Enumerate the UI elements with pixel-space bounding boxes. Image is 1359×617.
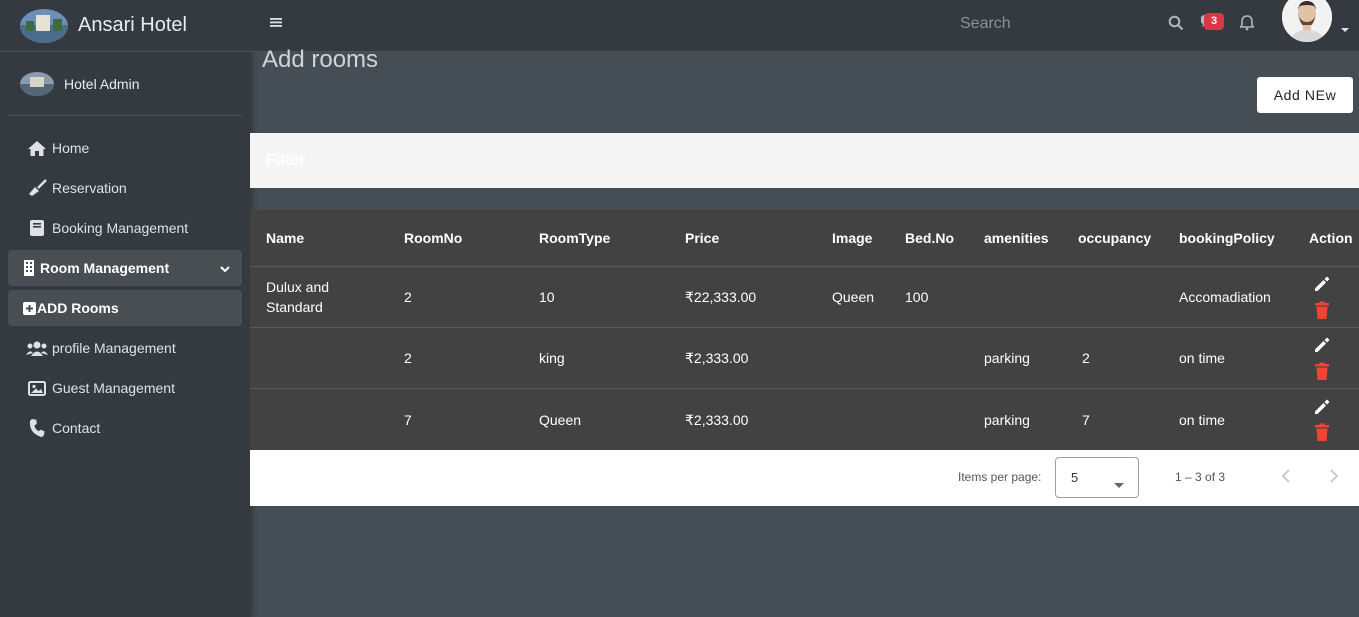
row-actions	[1308, 267, 1336, 327]
sidebar-item-label: Room Management	[40, 260, 170, 276]
cell-amenities: parking	[984, 350, 1030, 366]
user-panel: Hotel Admin	[8, 52, 242, 116]
page-title: Add rooms	[262, 46, 379, 73]
filter-panel[interactable]: Filter	[250, 133, 1359, 188]
sidebar-item-room-management[interactable]: Room Management	[8, 250, 242, 286]
sidebar-item-reservation[interactable]: Reservation	[8, 170, 242, 206]
edit-icon[interactable]	[1311, 273, 1333, 295]
sidebar-nav: Home Reservation Booking Management Room…	[0, 116, 250, 446]
brand-link[interactable]: Ansari Hotel	[0, 0, 250, 52]
cell-roomno: 2	[404, 350, 412, 366]
cell-roomtype: king	[539, 350, 565, 366]
items-per-page-label: Items per page:	[958, 470, 1042, 484]
brand-logo	[20, 8, 68, 43]
sidebar-item-guest-management[interactable]: Guest Management	[8, 370, 242, 406]
table-row: Dulux and Standard 2 10 ₹22,333.00 Queen…	[250, 267, 1359, 328]
cell-price: ₹2,333.00	[685, 350, 749, 366]
column-header-name[interactable]: Name	[266, 210, 304, 266]
cell-occupancy: 7	[1082, 411, 1090, 428]
items-per-page-value: 5	[1071, 470, 1079, 485]
column-header-bedno[interactable]: Bed.No	[905, 210, 954, 266]
edit-icon[interactable]	[1311, 396, 1333, 418]
add-new-button[interactable]: Add NEw	[1257, 77, 1353, 113]
column-header-bookingpolicy[interactable]: bookingPolicy	[1179, 210, 1275, 266]
users-icon	[26, 338, 48, 358]
items-per-page-select[interactable]: 5	[1055, 457, 1139, 498]
column-header-occupancy[interactable]: occupancy	[1078, 210, 1151, 266]
edit-icon[interactable]	[1311, 334, 1333, 356]
cell-bookingpolicy: on time	[1179, 350, 1225, 366]
cell-image: Queen	[832, 289, 875, 305]
column-header-action: Action	[1309, 230, 1353, 246]
column-header-roomtype[interactable]: RoomType	[539, 210, 610, 266]
rooms-table: Name RoomNo RoomType Price Image Bed.No …	[250, 210, 1359, 450]
user-name[interactable]: Hotel Admin	[64, 76, 139, 92]
sidebar: Ansari Hotel Hotel Admin Home Reservatio…	[0, 0, 250, 617]
filter-title: Filter	[266, 152, 306, 169]
cell-amenities: parking	[984, 411, 1030, 428]
column-header-amenities[interactable]: amenities	[984, 210, 1049, 266]
delete-icon[interactable]	[1311, 422, 1333, 444]
broom-icon	[26, 178, 48, 198]
search-input[interactable]	[960, 10, 1140, 38]
cell-name	[266, 328, 386, 388]
sidebar-item-contact[interactable]: Contact	[8, 410, 242, 446]
column-header-roomno[interactable]: RoomNo	[404, 210, 462, 266]
column-header-price[interactable]: Price	[685, 210, 719, 266]
messages-badge: 3	[1204, 13, 1224, 30]
menu-toggle-icon[interactable]	[270, 15, 286, 31]
cell-price: ₹22,333.00	[685, 289, 757, 305]
search-icon[interactable]	[1168, 15, 1186, 33]
table-header-row: Name RoomNo RoomType Price Image Bed.No …	[250, 210, 1359, 267]
home-icon	[26, 138, 48, 158]
previous-page-icon[interactable]	[1280, 468, 1294, 486]
chevron-down-icon	[220, 260, 230, 276]
plus-square-icon	[22, 298, 36, 318]
sidebar-item-label: Home	[52, 140, 90, 156]
sidebar-item-label: Guest Management	[52, 380, 175, 396]
paginator: Items per page: 5 1 – 3 of 3	[250, 450, 1359, 506]
cell-roomtype: 10	[539, 289, 555, 305]
cell-roomno: 7	[404, 411, 412, 428]
cell-price: ₹2,333.00	[685, 411, 749, 428]
sidebar-item-label: profile Management	[52, 340, 176, 356]
sidebar-item-label: Booking Management	[52, 220, 189, 236]
cell-name	[266, 389, 386, 450]
user-avatar	[20, 71, 54, 96]
sidebar-item-label: Reservation	[52, 180, 127, 196]
next-page-icon[interactable]	[1328, 468, 1342, 486]
cell-roomtype: Queen	[539, 411, 582, 428]
caret-down-icon[interactable]	[1340, 20, 1350, 32]
row-actions	[1308, 328, 1336, 388]
delete-icon[interactable]	[1311, 360, 1333, 382]
sidebar-item-home[interactable]: Home	[8, 130, 242, 166]
cell-bookingpolicy: on time	[1179, 411, 1225, 428]
brand-name: Ansari Hotel	[78, 14, 187, 36]
image-icon	[26, 378, 48, 398]
cell-name: Dulux and Standard	[266, 279, 330, 315]
sidebar-item-label: Contact	[52, 420, 101, 436]
sidebar-item-label: ADD Rooms	[37, 300, 119, 316]
row-actions	[1308, 389, 1336, 450]
book-icon	[26, 218, 48, 238]
cell-bedno: 100	[905, 289, 929, 305]
delete-icon[interactable]	[1311, 299, 1333, 321]
column-header-image[interactable]: Image	[832, 210, 872, 266]
sidebar-item-add-rooms[interactable]: ADD Rooms	[8, 290, 242, 326]
phone-icon	[26, 418, 48, 438]
top-navbar: 3	[250, 0, 1359, 52]
sidebar-item-booking-management[interactable]: Booking Management	[8, 210, 242, 246]
cell-roomno: 2	[404, 289, 412, 305]
cell-occupancy: 2	[1082, 350, 1090, 366]
profile-avatar[interactable]	[1282, 0, 1332, 42]
cell-bookingpolicy: Accomadiation	[1179, 289, 1271, 305]
table-row: 2 king ₹2,333.00 parking 2 on time	[250, 328, 1359, 389]
dropdown-arrow-icon	[1114, 476, 1124, 488]
building-icon	[22, 258, 36, 278]
sidebar-item-profile-management[interactable]: profile Management	[8, 330, 242, 366]
bell-icon[interactable]	[1238, 15, 1256, 33]
table-row: 7 Queen ₹2,333.00 parking 7 on time	[250, 389, 1359, 450]
range-label: 1 – 3 of 3	[1175, 470, 1226, 484]
